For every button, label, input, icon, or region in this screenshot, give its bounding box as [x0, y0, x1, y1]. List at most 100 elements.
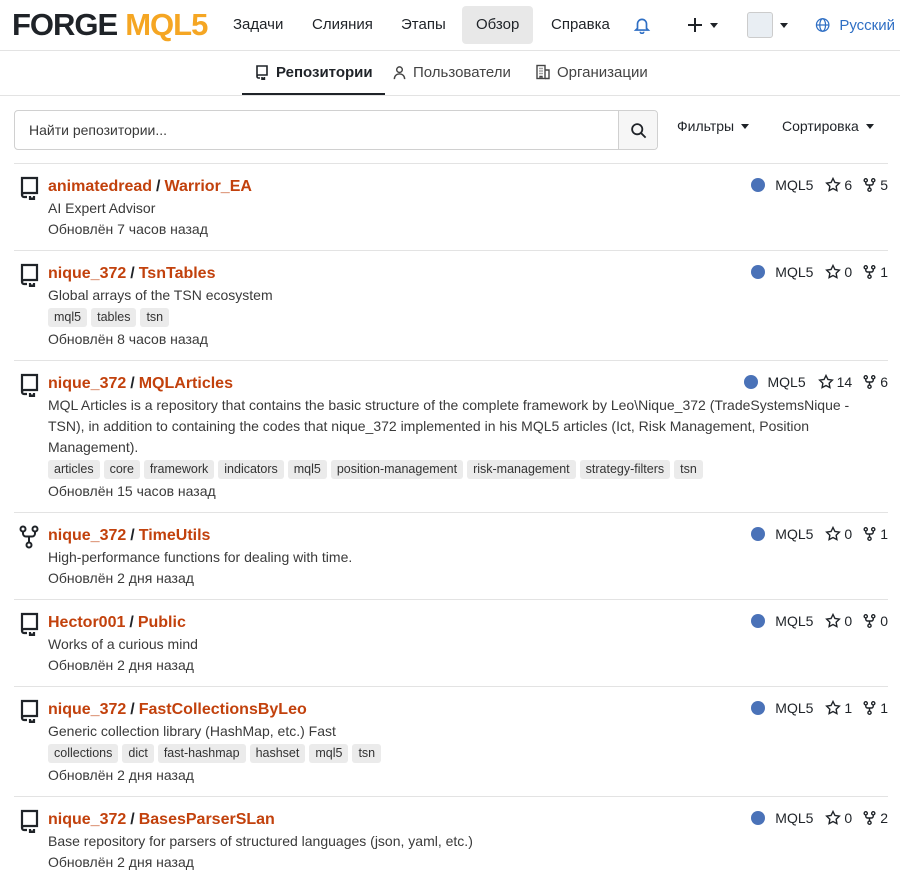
- list-item: MQL5 14 6 nique_372/MQLArticles MQL Articles…: [14, 360, 888, 512]
- sort-dropdown[interactable]: Сортировка: [782, 118, 874, 134]
- topic-tag[interactable]: core: [103, 460, 140, 479]
- search-icon: [630, 122, 646, 138]
- repo-name-link[interactable]: Warrior_EA: [165, 178, 252, 195]
- repo-stats: MQL5 0 2: [751, 810, 888, 826]
- topic-tag[interactable]: tsn: [352, 744, 382, 763]
- stars-link[interactable]: 0: [825, 264, 852, 280]
- topic-tag[interactable]: hashset: [249, 744, 306, 763]
- chevron-down-icon: [741, 123, 750, 129]
- fork-icon: [863, 811, 876, 825]
- path-separator: /: [130, 375, 135, 392]
- filters-dropdown[interactable]: Фильтры: [677, 118, 750, 134]
- repo-name-link[interactable]: TsnTables: [139, 265, 216, 282]
- repo-language: MQL5: [767, 374, 806, 390]
- nav-pulls[interactable]: Слияния: [298, 6, 387, 44]
- forks-link[interactable]: 5: [862, 177, 888, 193]
- repo-owner-link[interactable]: nique_372: [48, 527, 126, 544]
- repo-stats: MQL5 6 5: [751, 177, 888, 193]
- repo-owner-link[interactable]: nique_372: [48, 375, 126, 392]
- explore-tabs: Репозитории Пользователи Организации: [0, 51, 900, 95]
- language-color-dot: [743, 375, 758, 389]
- chevron-down-icon: [709, 22, 718, 28]
- fork-icon: [863, 375, 876, 389]
- forks-link[interactable]: 1: [862, 700, 888, 716]
- repo-updated-time: Обновлён 2 дня назад: [48, 767, 194, 783]
- repo-description: Generic collection library (HashMap, etc…: [48, 723, 336, 739]
- topic-tag[interactable]: mql5: [287, 460, 327, 479]
- repo-name-link[interactable]: TimeUtils: [139, 527, 211, 544]
- fork-icon: [18, 525, 40, 554]
- repo-owner-link[interactable]: nique_372: [48, 811, 126, 828]
- repo-owner-link[interactable]: nique_372: [48, 701, 126, 718]
- repo-name-link[interactable]: MQLArticles: [139, 375, 233, 392]
- notifications-button[interactable]: [630, 8, 654, 42]
- stars-link[interactable]: 0: [825, 810, 852, 826]
- topic-tag[interactable]: mql5: [48, 308, 88, 327]
- repo-description: Works of a curious mind: [48, 636, 198, 652]
- stars-link[interactable]: 0: [825, 613, 852, 629]
- forks-link[interactable]: 2: [862, 810, 888, 826]
- search-input[interactable]: [15, 111, 618, 149]
- plus-icon: [687, 18, 702, 32]
- topic-tag[interactable]: fast-hashmap: [157, 744, 246, 763]
- nav-help[interactable]: Справка: [537, 6, 624, 44]
- nav-milestones[interactable]: Этапы: [387, 6, 460, 44]
- user-menu-button[interactable]: [745, 8, 789, 42]
- repo-owner-link[interactable]: animatedread: [48, 178, 152, 195]
- star-count: 0: [844, 613, 853, 629]
- star-icon: [825, 810, 842, 825]
- user-icon: [393, 65, 406, 79]
- avatar: [746, 12, 773, 38]
- topic-tag[interactable]: position-management: [330, 460, 464, 479]
- forge-mql5-logo[interactable]: FORGE MQL5: [12, 6, 208, 44]
- fork-icon: [863, 527, 876, 541]
- topic-tag[interactable]: strategy-filters: [579, 460, 671, 479]
- repo-description: Base repository for parsers of structure…: [48, 833, 473, 849]
- repo-name-link[interactable]: BasesParserSLan: [139, 811, 275, 828]
- nav-explore[interactable]: Обзор: [462, 6, 534, 44]
- topic-tag[interactable]: tables: [91, 308, 137, 327]
- repo-stats: MQL5 14 6: [743, 374, 888, 390]
- repo-name-link[interactable]: FastCollectionsByLeo: [139, 701, 307, 718]
- repo-body: nique_372/BasesParserSLan Base repository…: [48, 797, 888, 873]
- fork-icon: [863, 614, 876, 628]
- language-color-dot: [751, 527, 766, 541]
- tab-users[interactable]: Пользователи: [392, 51, 511, 93]
- stars-link[interactable]: 14: [817, 374, 852, 390]
- fork-count: 0: [880, 613, 888, 629]
- fork-icon: [863, 701, 876, 715]
- topic-tag[interactable]: tsn: [140, 308, 170, 327]
- tab-repositories[interactable]: Репозитории: [242, 51, 385, 95]
- repo-language: MQL5: [775, 613, 814, 629]
- stars-link[interactable]: 1: [825, 700, 852, 716]
- topic-tag[interactable]: indicators: [218, 460, 284, 479]
- create-menu-button[interactable]: [684, 8, 720, 42]
- topic-tag[interactable]: mql5: [309, 744, 349, 763]
- topic-tag[interactable]: risk-management: [467, 460, 576, 479]
- repo-body: Hector001/Public Works of a curious mind О…: [48, 600, 888, 676]
- repo-name-link[interactable]: Public: [138, 614, 186, 631]
- topic-tag[interactable]: collections: [48, 744, 119, 763]
- repo-owner-link[interactable]: Hector001: [48, 614, 125, 631]
- forks-link[interactable]: 6: [862, 374, 888, 390]
- repo-owner-link[interactable]: nique_372: [48, 265, 126, 282]
- list-item: MQL5 0 1 nique_372/TsnTables Global arrays o…: [14, 250, 888, 360]
- topic-tag[interactable]: framework: [143, 460, 215, 479]
- nav-issues[interactable]: Задачи: [219, 6, 297, 44]
- chevron-down-icon: [779, 22, 788, 28]
- tab-organizations[interactable]: Организации: [535, 51, 648, 93]
- topic-tag[interactable]: tsn: [674, 460, 703, 479]
- search-button[interactable]: [618, 111, 657, 149]
- fork-count: 2: [880, 810, 888, 826]
- repo-icon: [18, 373, 40, 402]
- forks-link[interactable]: 1: [862, 526, 888, 542]
- stars-link[interactable]: 6: [825, 177, 852, 193]
- forks-link[interactable]: 0: [862, 613, 888, 629]
- language-selector[interactable]: Русский: [815, 8, 895, 42]
- topic-tag[interactable]: articles: [48, 460, 100, 479]
- topic-tag[interactable]: dict: [122, 744, 154, 763]
- forks-link[interactable]: 1: [862, 264, 888, 280]
- sort-label: Сортировка: [782, 118, 859, 134]
- list-item: MQL5 0 0 Hector001/Public Works of a curious…: [14, 599, 888, 686]
- stars-link[interactable]: 0: [825, 526, 852, 542]
